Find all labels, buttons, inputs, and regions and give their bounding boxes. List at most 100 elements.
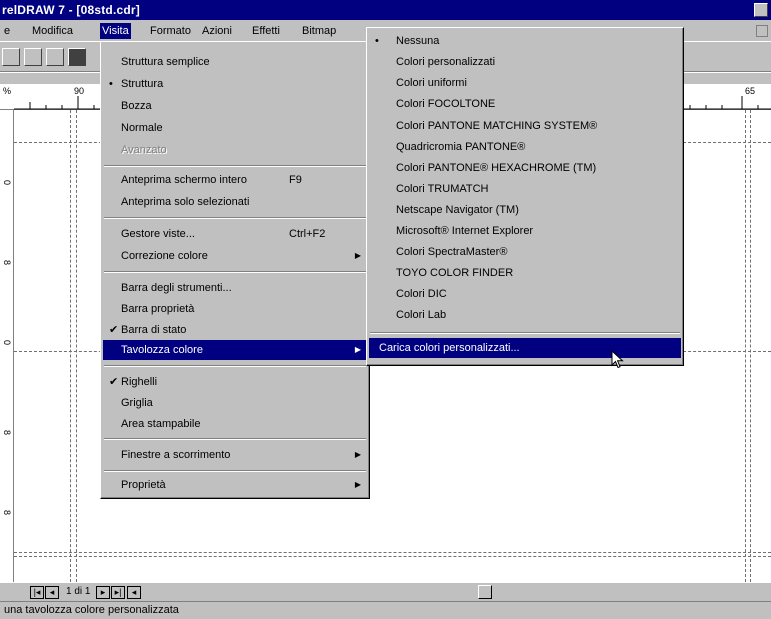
menu-item-label: Tavolozza colore xyxy=(121,344,203,356)
ruler-label: 0 xyxy=(2,340,12,346)
menu-item-label: Colori DIC xyxy=(396,288,447,300)
menu-item-label: Quadricromia PANTONE® xyxy=(396,141,526,153)
menu-item-label: Colori FOCOLTONE xyxy=(396,98,496,110)
window-control-button[interactable] xyxy=(754,3,768,17)
menu-item-barra-stato[interactable]: ✔ Barra di stato xyxy=(103,320,367,340)
status-bar: una tavolozza colore personalizzata xyxy=(0,601,771,619)
menu-visita[interactable]: Visita xyxy=(100,23,131,39)
palette-item-lab[interactable]: Colori Lab xyxy=(369,305,681,325)
print-icon[interactable] xyxy=(68,48,86,66)
menu-item-barra-strumenti[interactable]: Barra degli strumenti... xyxy=(103,278,367,298)
menu-item-proprieta[interactable]: Proprietà ▶ xyxy=(103,475,367,495)
menu-item-barra-proprieta[interactable]: Barra proprietà xyxy=(103,299,367,319)
menu-item-label: Avanzato xyxy=(121,144,167,156)
palette-item-colori-uniformi[interactable]: Colori uniformi xyxy=(369,73,681,93)
menu-separator xyxy=(104,365,366,367)
menu-separator xyxy=(104,470,366,472)
first-page-icon[interactable]: |◂ xyxy=(30,586,44,599)
menu-item-label: Barra degli strumenti... xyxy=(121,282,232,294)
palette-item-netscape[interactable]: Netscape Navigator (TM) xyxy=(369,200,681,220)
menu-item-label: Righelli xyxy=(121,376,158,388)
left-ruler[interactable]: 0 8 0 8 8 xyxy=(0,110,14,582)
menu-item-label: Gestore viste... xyxy=(121,228,195,240)
palette-item-pantone-hexachrome[interactable]: Colori PANTONE® HEXACHROME (TM) xyxy=(369,158,681,178)
checkmark-icon: ✔ xyxy=(109,376,119,388)
page-border-guide xyxy=(14,556,771,557)
menu-item-tavolozza-colore[interactable]: Tavolozza colore ▶ xyxy=(103,340,367,360)
palette-item-spectramaster[interactable]: Colori SpectraMaster® xyxy=(369,242,681,262)
menu-item-correzione-colore[interactable]: Correzione colore ▶ xyxy=(103,246,367,266)
title-bar: relDRAW 7 - [08std.cdr] xyxy=(0,0,771,20)
mdi-control-button[interactable] xyxy=(756,25,768,37)
new-file-icon[interactable] xyxy=(2,48,20,66)
scroll-left-icon[interactable]: ◂ xyxy=(127,586,141,599)
submenu-arrow-icon: ▶ xyxy=(354,345,361,354)
menu-modifica[interactable]: Modifica xyxy=(30,23,75,39)
palette-item-pantone-matching[interactable]: Colori PANTONE MATCHING SYSTEM® xyxy=(369,116,681,136)
menu-item-righelli[interactable]: ✔ Righelli xyxy=(103,372,367,392)
menu-separator xyxy=(104,438,366,440)
menu-item-label: TOYO COLOR FINDER xyxy=(396,267,514,279)
submenu-arrow-icon: ▶ xyxy=(354,480,361,489)
menu-azioni[interactable]: Azioni xyxy=(200,23,234,39)
menu-item-label: Barra proprietà xyxy=(121,303,195,315)
menu-item-label: Bozza xyxy=(121,100,152,112)
menu-item-label: Carica colori personalizzati... xyxy=(379,342,520,354)
menu-item-label: Barra di stato xyxy=(121,324,187,336)
open-file-icon[interactable] xyxy=(24,48,42,66)
ruler-label: 8 xyxy=(2,260,12,266)
window-title: relDRAW 7 - [08std.cdr] xyxy=(2,3,140,17)
next-page-icon[interactable]: ▸ xyxy=(96,586,110,599)
menu-formato[interactable]: Formato xyxy=(148,23,193,39)
last-page-icon[interactable]: ▸| xyxy=(111,586,125,599)
menu-item-bozza[interactable]: Bozza xyxy=(103,96,367,116)
menu-bitmap[interactable]: Bitmap xyxy=(300,23,338,39)
previous-page-icon[interactable]: ◂ xyxy=(45,586,59,599)
menu-item-label: Correzione colore xyxy=(121,250,208,262)
page-indicator: 1 di 1 xyxy=(66,586,91,597)
menu-separator xyxy=(104,165,366,167)
checkmark-icon: ✔ xyxy=(109,324,119,336)
palette-item-quadricromia-pantone[interactable]: Quadricromia PANTONE® xyxy=(369,137,681,157)
palette-item-trumatch[interactable]: Colori TRUMATCH xyxy=(369,179,681,199)
menu-item-anteprima-schermo-intero[interactable]: Anteprima schermo intero F9 xyxy=(103,170,367,190)
menu-item-label: Finestre a scorrimento xyxy=(121,449,231,461)
menu-item-gestore-viste[interactable]: Gestore viste... Ctrl+F2 xyxy=(103,224,367,244)
palette-item-colori-personalizzati[interactable]: Colori personalizzati xyxy=(369,52,681,72)
menu-item-finestre-scorrimento[interactable]: Finestre a scorrimento ▶ xyxy=(103,445,367,465)
save-file-icon[interactable] xyxy=(46,48,64,66)
radio-bullet-icon: • xyxy=(109,78,113,90)
menu-item-label: Anteprima solo selezionati xyxy=(121,196,250,208)
palette-item-nessuna[interactable]: • Nessuna xyxy=(369,31,681,51)
menu-effetti[interactable]: Effetti xyxy=(250,23,282,39)
menu-item-struttura[interactable]: • Struttura xyxy=(103,74,367,94)
palette-item-focoltone[interactable]: Colori FOCOLTONE xyxy=(369,94,681,114)
menu-item-normale[interactable]: Normale xyxy=(103,118,367,138)
view-menu: Struttura semplice • Struttura Bozza Norm… xyxy=(100,41,370,499)
menu-item-shortcut: F9 xyxy=(289,174,302,186)
menu-item-struttura-semplice[interactable]: Struttura semplice xyxy=(103,52,367,72)
ruler-label: 8 xyxy=(2,510,12,516)
palette-item-dic[interactable]: Colori DIC xyxy=(369,284,681,304)
palette-item-carica-colori[interactable]: Carica colori personalizzati... xyxy=(369,338,681,358)
submenu-arrow-icon: ▶ xyxy=(354,251,361,260)
palette-item-toyo[interactable]: TOYO COLOR FINDER xyxy=(369,263,681,283)
menu-item-area-stampabile[interactable]: Area stampabile xyxy=(103,414,367,434)
menu-item-label: Colori SpectraMaster® xyxy=(396,246,508,258)
menu-item-label: Normale xyxy=(121,122,163,134)
menu-item-label: Colori PANTONE® HEXACHROME (TM) xyxy=(396,162,597,174)
page-border-guide xyxy=(745,110,746,582)
menu-file[interactable]: e xyxy=(2,23,12,39)
menu-item-label: Struttura xyxy=(121,78,164,90)
menu-item-label: Anteprima schermo intero xyxy=(121,174,247,186)
menu-separator xyxy=(104,271,366,273)
menu-separator xyxy=(370,332,680,334)
page-border-guide xyxy=(750,110,751,582)
page-navigator: |◂ ◂ 1 di 1 ▸ ▸| ◂ xyxy=(0,582,771,601)
horizontal-scroll-thumb[interactable] xyxy=(478,585,492,599)
menu-item-griglia[interactable]: Griglia xyxy=(103,393,367,413)
menu-item-anteprima-selezionati[interactable]: Anteprima solo selezionati xyxy=(103,192,367,212)
page-border-guide xyxy=(76,110,77,582)
palette-item-internet-explorer[interactable]: Microsoft® Internet Explorer xyxy=(369,221,681,241)
menu-item-label: Griglia xyxy=(121,397,153,409)
